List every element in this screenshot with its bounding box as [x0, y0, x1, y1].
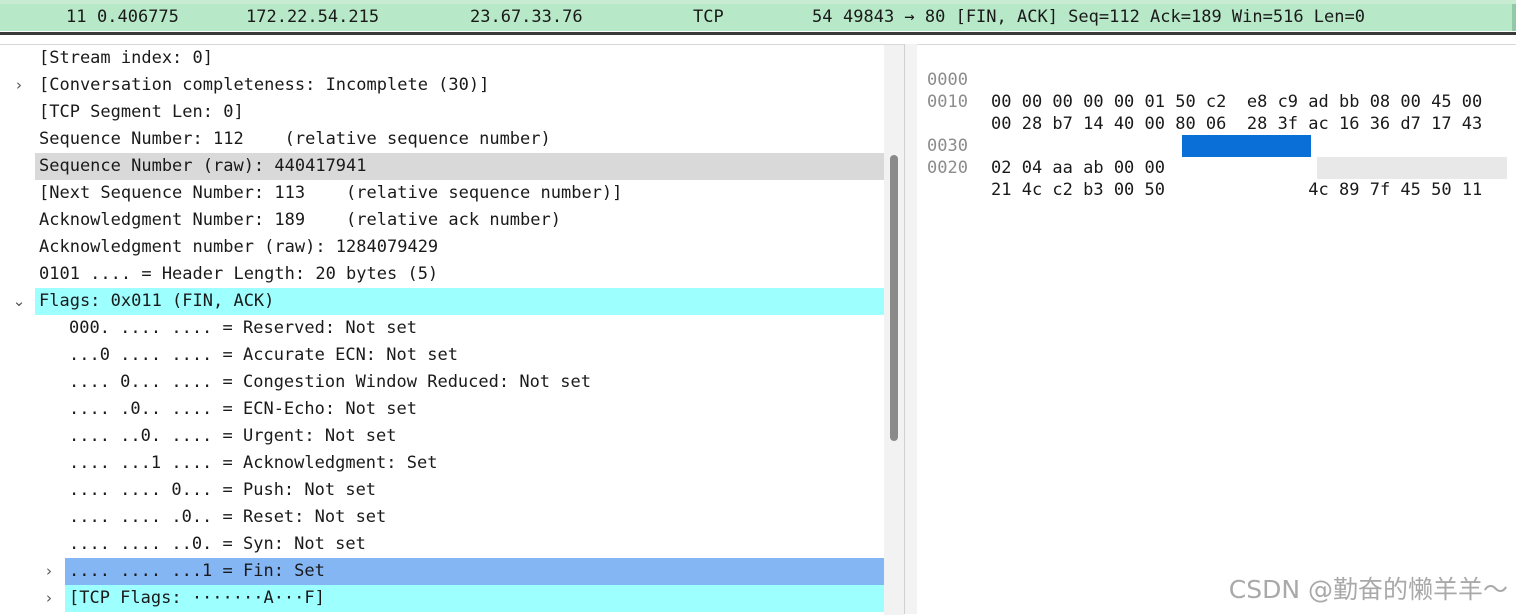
tree-row-flag-cwr[interactable]: .... 0... .... = Congestion Window Reduc…	[0, 369, 884, 396]
tree-row-label: Sequence Number: 112 (relative sequence …	[39, 129, 551, 149]
packet-source: 172.22.54.215	[246, 7, 380, 27]
packet-no: 11	[66, 7, 87, 27]
tree-row-label: Flags: 0x011 (FIN, ACK)	[39, 291, 275, 311]
expand-arrow-icon[interactable]: ›	[11, 72, 27, 99]
bytes-row-0000[interactable]: 0000 00 00 00 00 00 01 50 c2 e8 c9 ad bb…	[917, 47, 1516, 112]
pane-splitter[interactable]	[904, 44, 918, 614]
tree-row-label: Sequence Number (raw): 440417941	[39, 156, 367, 176]
bytes-hex: 02 04 aa ab 00 00	[991, 158, 1165, 178]
tree-row-label: [Conversation completeness: Incomplete (…	[39, 75, 490, 95]
packet-details-pane: [Stream index: 0] › [Conversation comple…	[0, 44, 904, 615]
tree-row-label: .... .0.. .... = ECN-Echo: Not set	[69, 399, 417, 419]
tree-row-label: [Stream index: 0]	[39, 48, 213, 68]
bytes-related-highlight	[1317, 157, 1507, 179]
tree-row-flag-push[interactable]: .... .... 0... = Push: Not set	[0, 477, 884, 504]
packet-time: 0.406775	[97, 7, 179, 27]
tree-row-flag-fin[interactable]: › .... .... ...1 = Fin: Set	[0, 558, 884, 585]
tree-row-label: Acknowledgment Number: 189 (relative ack…	[39, 210, 561, 230]
expand-arrow-icon[interactable]: ›	[41, 558, 57, 585]
bytes-row-0030[interactable]: 0030 02 04 aa ab 00 00	[917, 113, 1516, 178]
packet-info: 49843 → 80 [FIN, ACK] Seq=112 Ack=189 Wi…	[843, 7, 1365, 27]
tree-row-label: .... .... .0.. = Reset: Not set	[69, 507, 387, 527]
bytes-hex: 21 4c c2 b3 00 50 1a 40 3e 95 4c 89 7f 4…	[991, 179, 1482, 201]
tree-row-flag-accurate-ecn[interactable]: ...0 .... .... = Accurate ECN: Not set	[0, 342, 884, 369]
collapse-arrow-icon[interactable]: ⌄	[11, 288, 27, 315]
tree-row-label: 0101 .... = Header Length: 20 bytes (5)	[39, 264, 439, 284]
tree-row-label: .... ..0. .... = Urgent: Not set	[69, 426, 397, 446]
tree-row-label: ...0 .... .... = Accurate ECN: Not set	[69, 345, 458, 365]
tree-row-ack-number[interactable]: Acknowledgment Number: 189 (relative ack…	[0, 207, 884, 234]
tree-row-label: .... ...1 .... = Acknowledgment: Set	[69, 453, 438, 473]
packet-list: 11 0.406775 172.22.54.215 23.67.33.76 TC…	[0, 0, 1516, 36]
tree-row-label: Acknowledgment number (raw): 1284079429	[39, 237, 439, 257]
bytes-row-0010[interactable]: 0010 00 28 b7 14 40 00 80 06 28 3f ac 16…	[917, 69, 1516, 134]
bytes-offset: 0030	[927, 136, 968, 156]
tree-row-sequence-number[interactable]: Sequence Number: 112 (relative sequence …	[0, 126, 884, 153]
tree-row-flags[interactable]: ⌄ Flags: 0x011 (FIN, ACK)	[0, 288, 884, 315]
packet-destination: 23.67.33.76	[470, 7, 583, 27]
tree-row-flag-reserved[interactable]: 000. .... .... = Reserved: Not set	[0, 315, 884, 342]
expand-arrow-icon[interactable]: ›	[41, 585, 57, 612]
tree-row-flag-ecn-echo[interactable]: .... .0.. .... = ECN-Echo: Not set	[0, 396, 884, 423]
tree-row-label: 000. .... .... = Reserved: Not set	[69, 318, 417, 338]
tree-row-ack-number-raw[interactable]: Acknowledgment number (raw): 1284079429	[0, 234, 884, 261]
tree-row-sequence-number-raw[interactable]: Sequence Number (raw): 440417941	[0, 153, 884, 180]
tree-row-next-sequence-number[interactable]: [Next Sequence Number: 113 (relative seq…	[0, 180, 884, 207]
tree-row-flag-syn[interactable]: .... .... ..0. = Syn: Not set	[0, 531, 884, 558]
tree-row-segment-len[interactable]: [TCP Segment Len: 0]	[0, 99, 884, 126]
tree-row-flag-acknowledgment[interactable]: .... ...1 .... = Acknowledgment: Set	[0, 450, 884, 477]
tree-row-label: .... .... 0... = Push: Not set	[69, 480, 377, 500]
tree-row-flag-urgent[interactable]: .... ..0. .... = Urgent: Not set	[0, 423, 884, 450]
tree-row-label: [TCP Flags: ·······A···F]	[69, 588, 325, 608]
packet-length: 54	[812, 7, 833, 27]
tree-row-label: .... .... ..0. = Syn: Not set	[69, 534, 366, 554]
csdn-watermark: CSDN @勤奋的懒羊羊～	[1228, 575, 1508, 604]
bytes-hex-selected: 1a 40 3e 95	[1175, 180, 1299, 200]
details-scrollbar[interactable]	[884, 45, 904, 615]
tree-row-header-length[interactable]: 0101 .... = Header Length: 20 bytes (5)	[0, 261, 884, 288]
pane-divider	[0, 32, 1516, 35]
tree-row-label: .... 0... .... = Congestion Window Reduc…	[69, 372, 591, 392]
tree-row-label: .... .... ...1 = Fin: Set	[69, 561, 325, 581]
tree-row-tcp-flags[interactable]: › [TCP Flags: ·······A···F]	[0, 585, 884, 612]
bytes-hex-after: 4c 89 7f 45 50 11	[1298, 180, 1483, 200]
tree-row-flag-reset[interactable]: .... .... .0.. = Reset: Not set	[0, 504, 884, 531]
bytes-selection-highlight	[1182, 135, 1311, 157]
bytes-hex-before: 21 4c c2 b3 00 50	[991, 180, 1176, 200]
packet-protocol: TCP	[693, 7, 724, 27]
tree-row-label: [TCP Segment Len: 0]	[39, 102, 244, 122]
bytes-row-0020[interactable]: 0020 21 4c c2 b3 00 50 1a 40 3e 95 4c 89…	[917, 91, 1516, 200]
tree-row-label: [Next Sequence Number: 113 (relative seq…	[39, 183, 623, 203]
packet-bytes-pane: 0000 00 00 00 00 00 01 50 c2 e8 c9 ad bb…	[917, 44, 1516, 615]
packet-row-selected[interactable]: 11 0.406775 172.22.54.215 23.67.33.76 TC…	[0, 4, 1516, 31]
scrollbar-thumb[interactable]	[890, 155, 898, 441]
tree-row-stream-index[interactable]: [Stream index: 0]	[0, 45, 884, 72]
tree-row-conversation-completeness[interactable]: › [Conversation completeness: Incomplete…	[0, 72, 884, 99]
